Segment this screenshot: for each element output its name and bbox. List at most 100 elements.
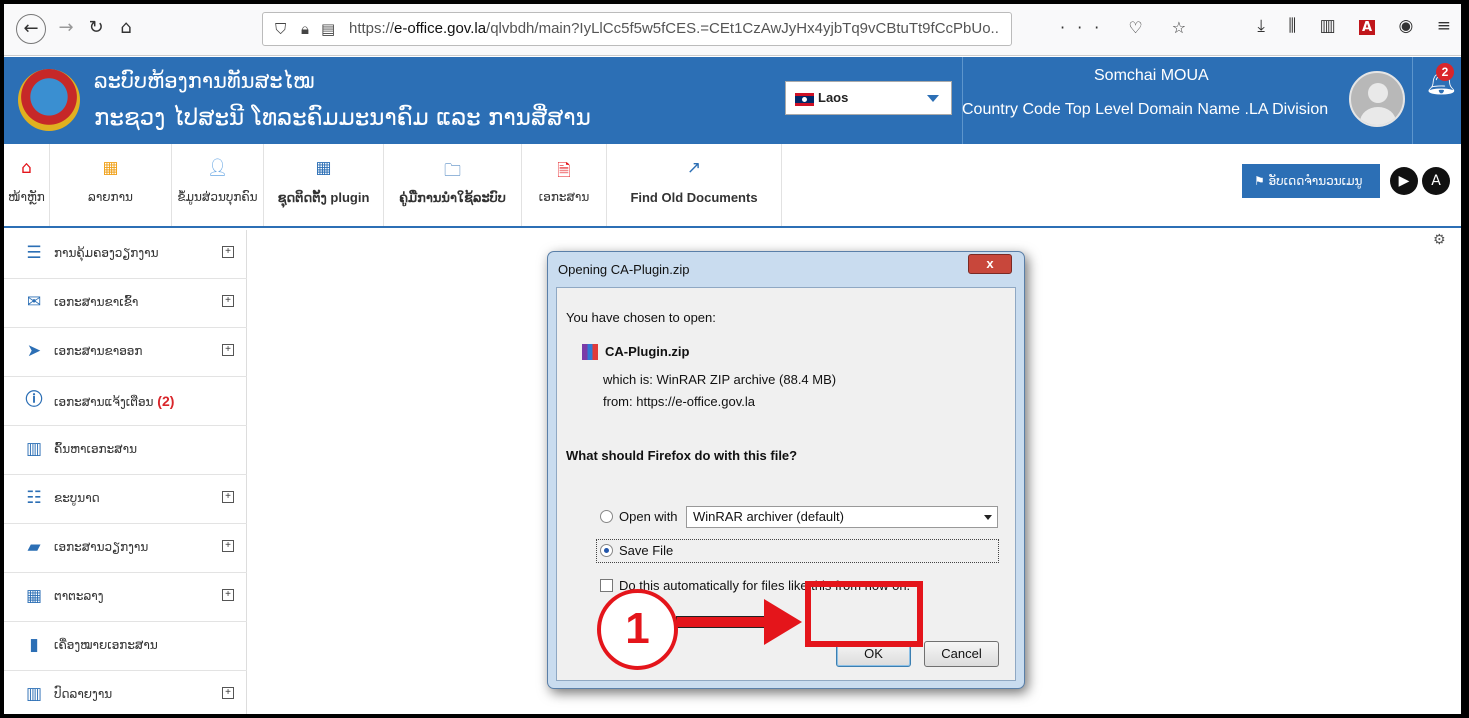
menu-item-label: ໜ້າຫຼັກ	[8, 190, 45, 204]
menu-item-label: ເອກະສານ	[538, 190, 590, 204]
envelope-icon: ✉	[26, 292, 42, 312]
folder-icon: 🗀︎	[444, 161, 461, 181]
sidebar-item-task-management[interactable]: ☰ ການຄຸ້ມຄອງວຽກງານ +	[4, 230, 247, 279]
expand-icon[interactable]: +	[222, 246, 234, 258]
expand-icon[interactable]: +	[222, 344, 234, 356]
sidebar-toggle-icon[interactable]: ▥	[1320, 16, 1336, 36]
library-icon[interactable]: ⫼	[1288, 16, 1296, 36]
back-icon[interactable]: ←	[16, 14, 46, 44]
sidebar-item-label: ຄົ້ນຫາເອກະສານ	[54, 442, 137, 456]
sidebar-item-reports[interactable]: ▥ ປົດລາຍງານ +	[4, 671, 247, 714]
screenshot-frame: ← → ↻ ⌂ ⛉ 🔒︎ ▤ https://e-office.gov.la/q…	[4, 4, 1461, 714]
sidebar-item-label: ເອກະສານວຽກງານ	[54, 540, 149, 554]
reader-icon[interactable]: ▤	[321, 20, 335, 38]
caret-down-icon	[927, 95, 939, 102]
sidebar-item-label: ຕາຕະລາງ	[54, 589, 104, 603]
avatar[interactable]	[1349, 71, 1405, 127]
menu-item-label: ຂໍ້ມູນສ່ວນບຸກຄົນ	[177, 190, 258, 204]
menu-item-home[interactable]: ⌂ ໜ້າຫຼັກ	[4, 144, 50, 226]
sidebar-item-incoming[interactable]: ✉ ເອກະສານຂາເຂົ້າ +	[4, 279, 247, 328]
ok-highlight-box	[805, 581, 923, 647]
tasks-icon: ☰	[26, 243, 42, 263]
bar-chart-icon: ▥	[25, 684, 43, 704]
page-actions-icon[interactable]: ··· ♡ ☆	[1060, 18, 1198, 37]
menu-item-documents[interactable]: 🗎︎ ເອກະສານ	[522, 144, 607, 226]
menu-item-label: ຄູ່ມືການນຳໃຊ້ລະບົບ	[399, 190, 506, 205]
address-bar[interactable]: ⛉ 🔒︎ ▤ https://e-office.gov.la/qlvbdh/ma…	[262, 12, 1012, 46]
account-icon[interactable]: ◉	[1399, 16, 1414, 36]
open-with-value: WinRAR archiver (default)	[693, 509, 844, 524]
menu-item-list[interactable]: ▦ ລາຍການ	[50, 144, 172, 226]
shield-icon[interactable]: ⛉	[275, 20, 286, 38]
app-store-icon[interactable]: A	[1422, 167, 1450, 195]
menu-item-manual[interactable]: 🗀︎ ຄູ່ມືການນຳໃຊ້ລະບົບ	[384, 144, 522, 226]
url-text[interactable]: https://e-office.gov.la/qlvbdh/main?IyLl…	[349, 20, 999, 37]
info-icon: ⓘ	[25, 390, 43, 410]
url-path: /qlvbdh/main?IyLlCc5f5w5fCES.=CEt1CzAwJy…	[486, 20, 999, 37]
home-icon[interactable]: ⌂	[112, 14, 140, 42]
gear-icon[interactable]: ⚙	[1433, 232, 1446, 248]
sidebar-item-notifications[interactable]: ⓘ ເອກະສານແຈ້ງເຕືອນ (2)	[4, 377, 247, 426]
ministry-title: ກະຊວງ ໄປສະນີ ໂທລະຄົມມະນາຄົມ ແລະ ການສື່ສາ…	[94, 105, 591, 131]
step-number-badge: 1	[597, 589, 678, 670]
menu-item-plugin[interactable]: ▦ ຊຸດຕິດຕັ້ງ plugin	[264, 144, 384, 226]
grid-icon: ▦	[102, 158, 119, 178]
save-file-label[interactable]: Save File	[619, 543, 673, 558]
expand-icon[interactable]: +	[222, 540, 234, 552]
expand-icon[interactable]: +	[222, 589, 234, 601]
expand-icon[interactable]: +	[222, 295, 234, 307]
expand-icon[interactable]: +	[222, 687, 234, 699]
annotation-arrow-head	[764, 599, 802, 645]
calendar-icon: ▦	[25, 586, 43, 606]
flag-icon: ⚑	[1254, 174, 1269, 188]
dialog-title: Opening CA-Plugin.zip	[558, 262, 690, 277]
caret-down-icon	[984, 515, 992, 520]
sidebar-item-label: ປົດລາຍງານ	[54, 687, 113, 701]
browser-toolbar: ← → ↻ ⌂ ⛉ 🔒︎ ▤ https://e-office.gov.la/q…	[4, 4, 1461, 56]
save-file-radio[interactable]	[600, 544, 613, 557]
sidebar-item-schedule[interactable]: ▦ ຕາຕະລາງ +	[4, 573, 247, 622]
reload-icon[interactable]: ↻	[82, 14, 110, 42]
menu-item-label: ຊຸດຕິດຕັ້ງ plugin	[277, 190, 370, 205]
close-button[interactable]: x	[968, 254, 1012, 274]
file-name: CA-Plugin.zip	[605, 344, 690, 359]
header-divider	[1412, 57, 1413, 144]
menu-item-find-old-documents[interactable]: ↗ Find Old Documents	[607, 144, 782, 226]
sidebar-item-label: ການຄຸ້ມຄອງວຽກງານ	[54, 246, 159, 260]
update-menu-label: ອັບເດດຈໍານວນເມນູ	[1268, 174, 1363, 188]
notification-badge: 2	[1436, 63, 1454, 81]
sidebar: ☰ ການຄຸ້ມຄອງວຽກງານ + ✉ ເອກະສານຂາເຂົ້າ + …	[4, 230, 247, 714]
menu-icon[interactable]: ≡	[1437, 16, 1451, 36]
lock-icon[interactable]: 🔒︎	[301, 20, 309, 38]
google-play-icon[interactable]: ▶	[1390, 167, 1418, 195]
pdf-extension-icon[interactable]: A	[1359, 20, 1376, 35]
file-source: from: https://e-office.gov.la	[603, 394, 755, 409]
sidebar-item-bookmarks[interactable]: ▮ ເຄື່ອງໝາຍເອກະສານ	[4, 622, 247, 671]
forward-icon[interactable]: →	[52, 14, 80, 42]
user-icon: 👤︎	[206, 158, 229, 178]
menu-item-label: ລາຍການ	[88, 190, 133, 204]
download-icon[interactable]: ⤓	[1257, 16, 1265, 36]
cancel-button[interactable]: Cancel	[924, 641, 999, 667]
auto-checkbox[interactable]	[600, 579, 613, 592]
government-logo	[18, 69, 80, 131]
laos-flag-icon	[795, 93, 814, 106]
url-prefix: https://	[349, 20, 395, 37]
zip-archive-icon	[582, 344, 598, 360]
open-with-label[interactable]: Open with	[619, 509, 678, 524]
menu-item-label: Find Old Documents	[630, 190, 758, 205]
sidebar-item-work-documents[interactable]: ▰ ເອກະສານວຽກງານ +	[4, 524, 247, 573]
language-select[interactable]: Laos	[785, 81, 952, 115]
question-text: What should Firefox do with this file?	[566, 448, 798, 463]
sidebar-item-directory[interactable]: ☷ ຂະບູນາດ +	[4, 475, 247, 524]
sidebar-item-label: ຂະບູນາດ	[54, 491, 100, 505]
sidebar-item-outgoing[interactable]: ➤ ເອກະສານຂາອອກ +	[4, 328, 247, 377]
menu-item-profile[interactable]: 👤︎ ຂໍ້ມູນສ່ວນບຸກຄົນ	[172, 144, 264, 226]
open-with-radio[interactable]	[600, 510, 613, 523]
update-menu-button[interactable]: ⚑ ອັບເດດຈໍານວນເມນູ	[1242, 164, 1380, 198]
top-menu: ⌂ ໜ້າຫຼັກ ▦ ລາຍການ 👤︎ ຂໍ້ມູນສ່ວນບຸກຄົນ ▦…	[4, 144, 1461, 228]
sidebar-item-search[interactable]: ▥ ຄົ້ນຫາເອກະສານ	[4, 426, 247, 475]
expand-icon[interactable]: +	[222, 491, 234, 503]
open-with-select[interactable]: WinRAR archiver (default)	[686, 506, 998, 528]
document-icon: 🗎︎	[557, 161, 571, 181]
